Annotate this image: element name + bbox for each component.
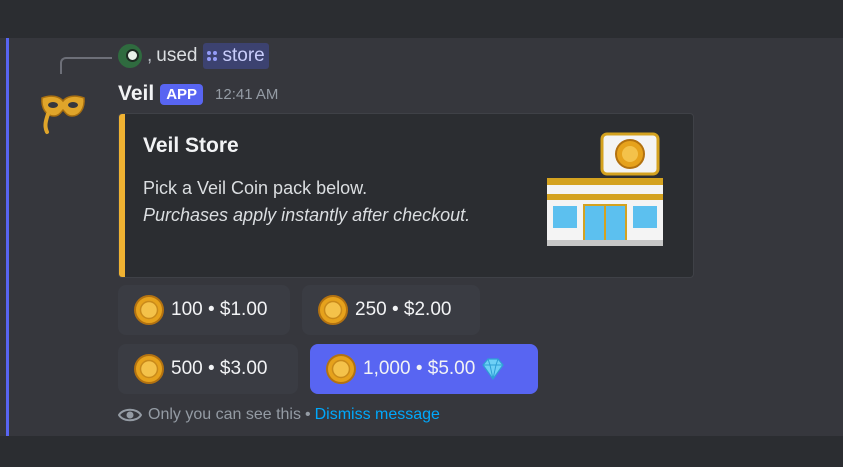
embed-title: Veil Store [143,134,239,157]
buy-500-coins-button[interactable]: 500 • $3.00 [118,344,298,394]
coin-icon [134,295,164,325]
reply-separator: , [147,45,153,66]
app-command-icon [207,51,218,61]
embed-description-italic: Purchases apply instantly after checkout… [143,205,471,225]
ephemeral-accent-bar [6,38,9,436]
buy-1000-coins-button[interactable]: 1,000 • $5.00 [310,344,538,394]
button-label: 500 • $3.00 [171,358,268,379]
message-header: Veil APP 12:41 AM [118,80,278,108]
visibility-note: Only you can see this [148,406,301,423]
button-label: 1,000 • $5.00 [363,358,476,379]
command-name: store [222,45,265,66]
reply-action-text: used [156,45,198,66]
embed-accent-bar [119,114,125,277]
coin-icon [318,295,348,325]
button-label: 250 • $2.00 [355,299,452,320]
message-area: , used store Veil APP 12:41 AM Veil Stor… [0,38,843,436]
slash-command-mention[interactable]: store [203,43,269,69]
ephemeral-footer: Only you can see this • Dismiss message [118,406,440,424]
button-label: 100 • $1.00 [171,299,268,320]
app-tag: APP [160,83,204,105]
footer-separator: • [304,406,311,423]
store-embed: Veil Store Pick a Veil Coin pack below. … [118,113,694,278]
reply-context[interactable]: , used store [118,43,269,69]
embed-description: Pick a Veil Coin pack below. [143,178,368,198]
reply-connector [60,57,112,74]
mask-icon[interactable] [38,88,88,138]
timestamp: 12:41 AM [215,85,279,103]
reply-user-avatar[interactable] [118,44,142,68]
coin-icon [134,354,164,384]
gem-icon [482,358,505,380]
buy-250-coins-button[interactable]: 250 • $2.00 [302,285,480,335]
buy-100-coins-button[interactable]: 100 • $1.00 [118,285,290,335]
eye-icon [118,408,142,422]
bot-name[interactable]: Veil [118,82,154,106]
convenience-store-icon [547,132,663,246]
dismiss-message-link[interactable]: Dismiss message [315,406,440,424]
coin-icon [326,354,356,384]
